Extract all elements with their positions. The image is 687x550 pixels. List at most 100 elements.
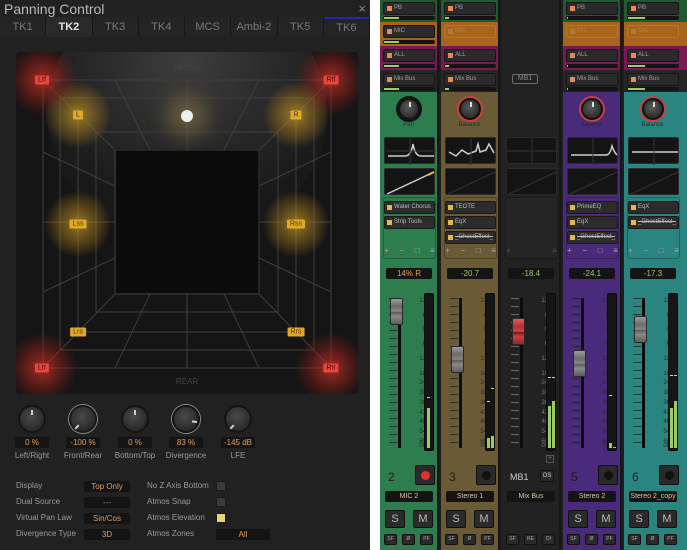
phase-button[interactable]: Ø <box>402 534 415 545</box>
fader-cap[interactable] <box>451 346 464 373</box>
send-all[interactable]: ALL <box>627 49 679 62</box>
expand-icon[interactable]: + <box>546 455 554 463</box>
volume-readout[interactable]: -24.1 <box>569 268 615 279</box>
add-fx-icon[interactable]: + <box>445 246 450 256</box>
dynamics-graph[interactable] <box>506 168 557 195</box>
left-right-value[interactable]: 0 % <box>15 437 49 448</box>
send-mix-bus[interactable]: Mix Bus <box>566 73 618 86</box>
pan-field[interactable]: FRONT REAR Ltf Rtf L R Lss Rss Lrs Rrs L… <box>16 52 358 394</box>
fx-slot-bypassed[interactable]: _GhostEffect_ <box>445 231 496 244</box>
solo-float-button[interactable]: SF <box>384 534 397 545</box>
mute-button[interactable]: M <box>413 510 433 528</box>
send-mix-bus[interactable]: Mix Bus <box>627 73 679 86</box>
atmos-zones-select[interactable]: All <box>216 529 270 540</box>
track-name[interactable]: Stereo 2_copy <box>629 491 677 502</box>
send-level[interactable] <box>383 64 435 68</box>
send-level[interactable] <box>444 87 496 91</box>
eq-graph[interactable] <box>506 137 558 165</box>
dynamics-graph[interactable] <box>384 168 435 195</box>
add-fx-icon[interactable]: + <box>384 246 389 256</box>
dual-source-select[interactable]: --- <box>84 497 130 508</box>
track-name[interactable]: Stereo 1 <box>446 491 494 502</box>
solo-float-button[interactable]: SF <box>567 534 580 545</box>
eq-graph[interactable] <box>628 137 679 165</box>
send-all[interactable]: ALL <box>444 49 496 62</box>
fader-cap[interactable] <box>634 316 647 343</box>
menu-icon[interactable]: ≡ <box>430 246 435 256</box>
send-pb[interactable]: PB <box>444 2 496 15</box>
speaker-lss[interactable]: Lss <box>69 219 87 229</box>
speaker-l[interactable]: L <box>73 110 83 120</box>
fx-slot[interactable]: EqX <box>445 216 496 229</box>
fx-slot-bypassed[interactable]: _GhostEffect_ <box>567 231 618 244</box>
send-level[interactable] <box>627 87 679 91</box>
balance-knob[interactable] <box>642 98 664 120</box>
tab-mcs[interactable]: MCS <box>185 17 232 37</box>
window-icon[interactable]: □ <box>598 246 603 256</box>
solo-button[interactable]: S <box>629 510 649 528</box>
send-mic[interactable]: MIC <box>383 25 435 38</box>
speaker-rss[interactable]: Rss <box>286 219 306 229</box>
send-level[interactable] <box>566 16 618 20</box>
mute-button[interactable]: M <box>596 510 616 528</box>
track-name[interactable]: Stereo 2 <box>568 491 616 502</box>
menu-icon[interactable]: ≡ <box>552 246 557 256</box>
fader-track[interactable] <box>459 298 462 448</box>
remove-fx-icon[interactable]: − <box>460 246 465 256</box>
remove-fx-icon[interactable]: − <box>582 246 587 256</box>
record-arm-button[interactable] <box>476 465 496 485</box>
fx-slot[interactable]: TEOTE <box>445 201 496 214</box>
lfe-knob[interactable] <box>224 405 252 433</box>
send-pb[interactable]: PB <box>383 2 435 15</box>
send-level[interactable] <box>383 40 435 44</box>
tab-ambi-2[interactable]: Ambi-2 <box>231 17 278 37</box>
fader-cap[interactable] <box>512 318 525 345</box>
record-arm-button[interactable] <box>415 465 435 485</box>
send-pb[interactable]: PB <box>627 2 679 15</box>
tab-tk4[interactable]: TK4 <box>138 17 185 37</box>
balance-knob[interactable] <box>581 98 603 120</box>
volume-readout[interactable]: -20.7 <box>447 268 493 279</box>
send-mic[interactable]: MIC <box>566 25 618 38</box>
divergence-knob[interactable] <box>172 405 200 433</box>
eq-graph[interactable] <box>445 137 496 165</box>
send-level[interactable] <box>383 87 435 91</box>
volume-readout[interactable]: -17.3 <box>630 268 676 279</box>
left-right-knob[interactable] <box>18 405 46 433</box>
tab-tk2[interactable]: TK2 <box>46 17 93 37</box>
send-level[interactable] <box>383 16 435 20</box>
speaker-ltr[interactable]: Ltr <box>34 363 50 373</box>
atmos-snap-checkbox[interactable] <box>216 497 226 507</box>
send-mic[interactable]: MIC <box>627 25 679 38</box>
send-level[interactable] <box>627 64 679 68</box>
send-level[interactable] <box>444 16 496 20</box>
tab-tk6[interactable]: TK6 <box>323 17 370 37</box>
virtual-pan-law-select[interactable]: Sin/Cos <box>84 513 130 524</box>
pan-source-handle[interactable] <box>181 110 193 122</box>
add-fx-icon[interactable]: + <box>567 246 572 256</box>
phase-button[interactable]: Ø <box>646 534 659 545</box>
fx-slot[interactable]: EqX <box>567 216 618 229</box>
solo-button[interactable]: S <box>385 510 405 528</box>
send-pb[interactable]: PB <box>566 2 618 15</box>
mute-button[interactable]: M <box>657 510 677 528</box>
send-mix-bus[interactable]: Mix Bus <box>383 73 435 86</box>
pan-readout[interactable]: 14% R <box>386 268 432 279</box>
eq-graph[interactable] <box>567 137 618 165</box>
speaker-rrs[interactable]: Rrs <box>287 327 305 337</box>
atmos-elevation-checkbox[interactable] <box>216 513 226 523</box>
solo-float-button[interactable]: SF <box>628 534 641 545</box>
speaker-ltf[interactable]: Ltf <box>35 75 49 85</box>
window-icon[interactable]: □ <box>659 246 664 256</box>
menu-icon[interactable]: ≡ <box>674 246 679 256</box>
pre-fader-button[interactable]: PF <box>603 534 616 545</box>
tab-tk5[interactable]: TK5 <box>277 17 324 37</box>
fx-slot[interactable]: Strip Tools <box>384 216 435 229</box>
dynamics-graph[interactable] <box>445 168 496 195</box>
solo-button[interactable]: S <box>446 510 466 528</box>
send-mic[interactable]: MIC <box>444 25 496 38</box>
phase-button[interactable]: Ø <box>585 534 598 545</box>
os-button[interactable]: OS <box>540 470 554 482</box>
fx-slot-bypassed[interactable]: _GhostEffect_ <box>628 216 679 229</box>
close-icon[interactable]: × <box>358 1 366 16</box>
